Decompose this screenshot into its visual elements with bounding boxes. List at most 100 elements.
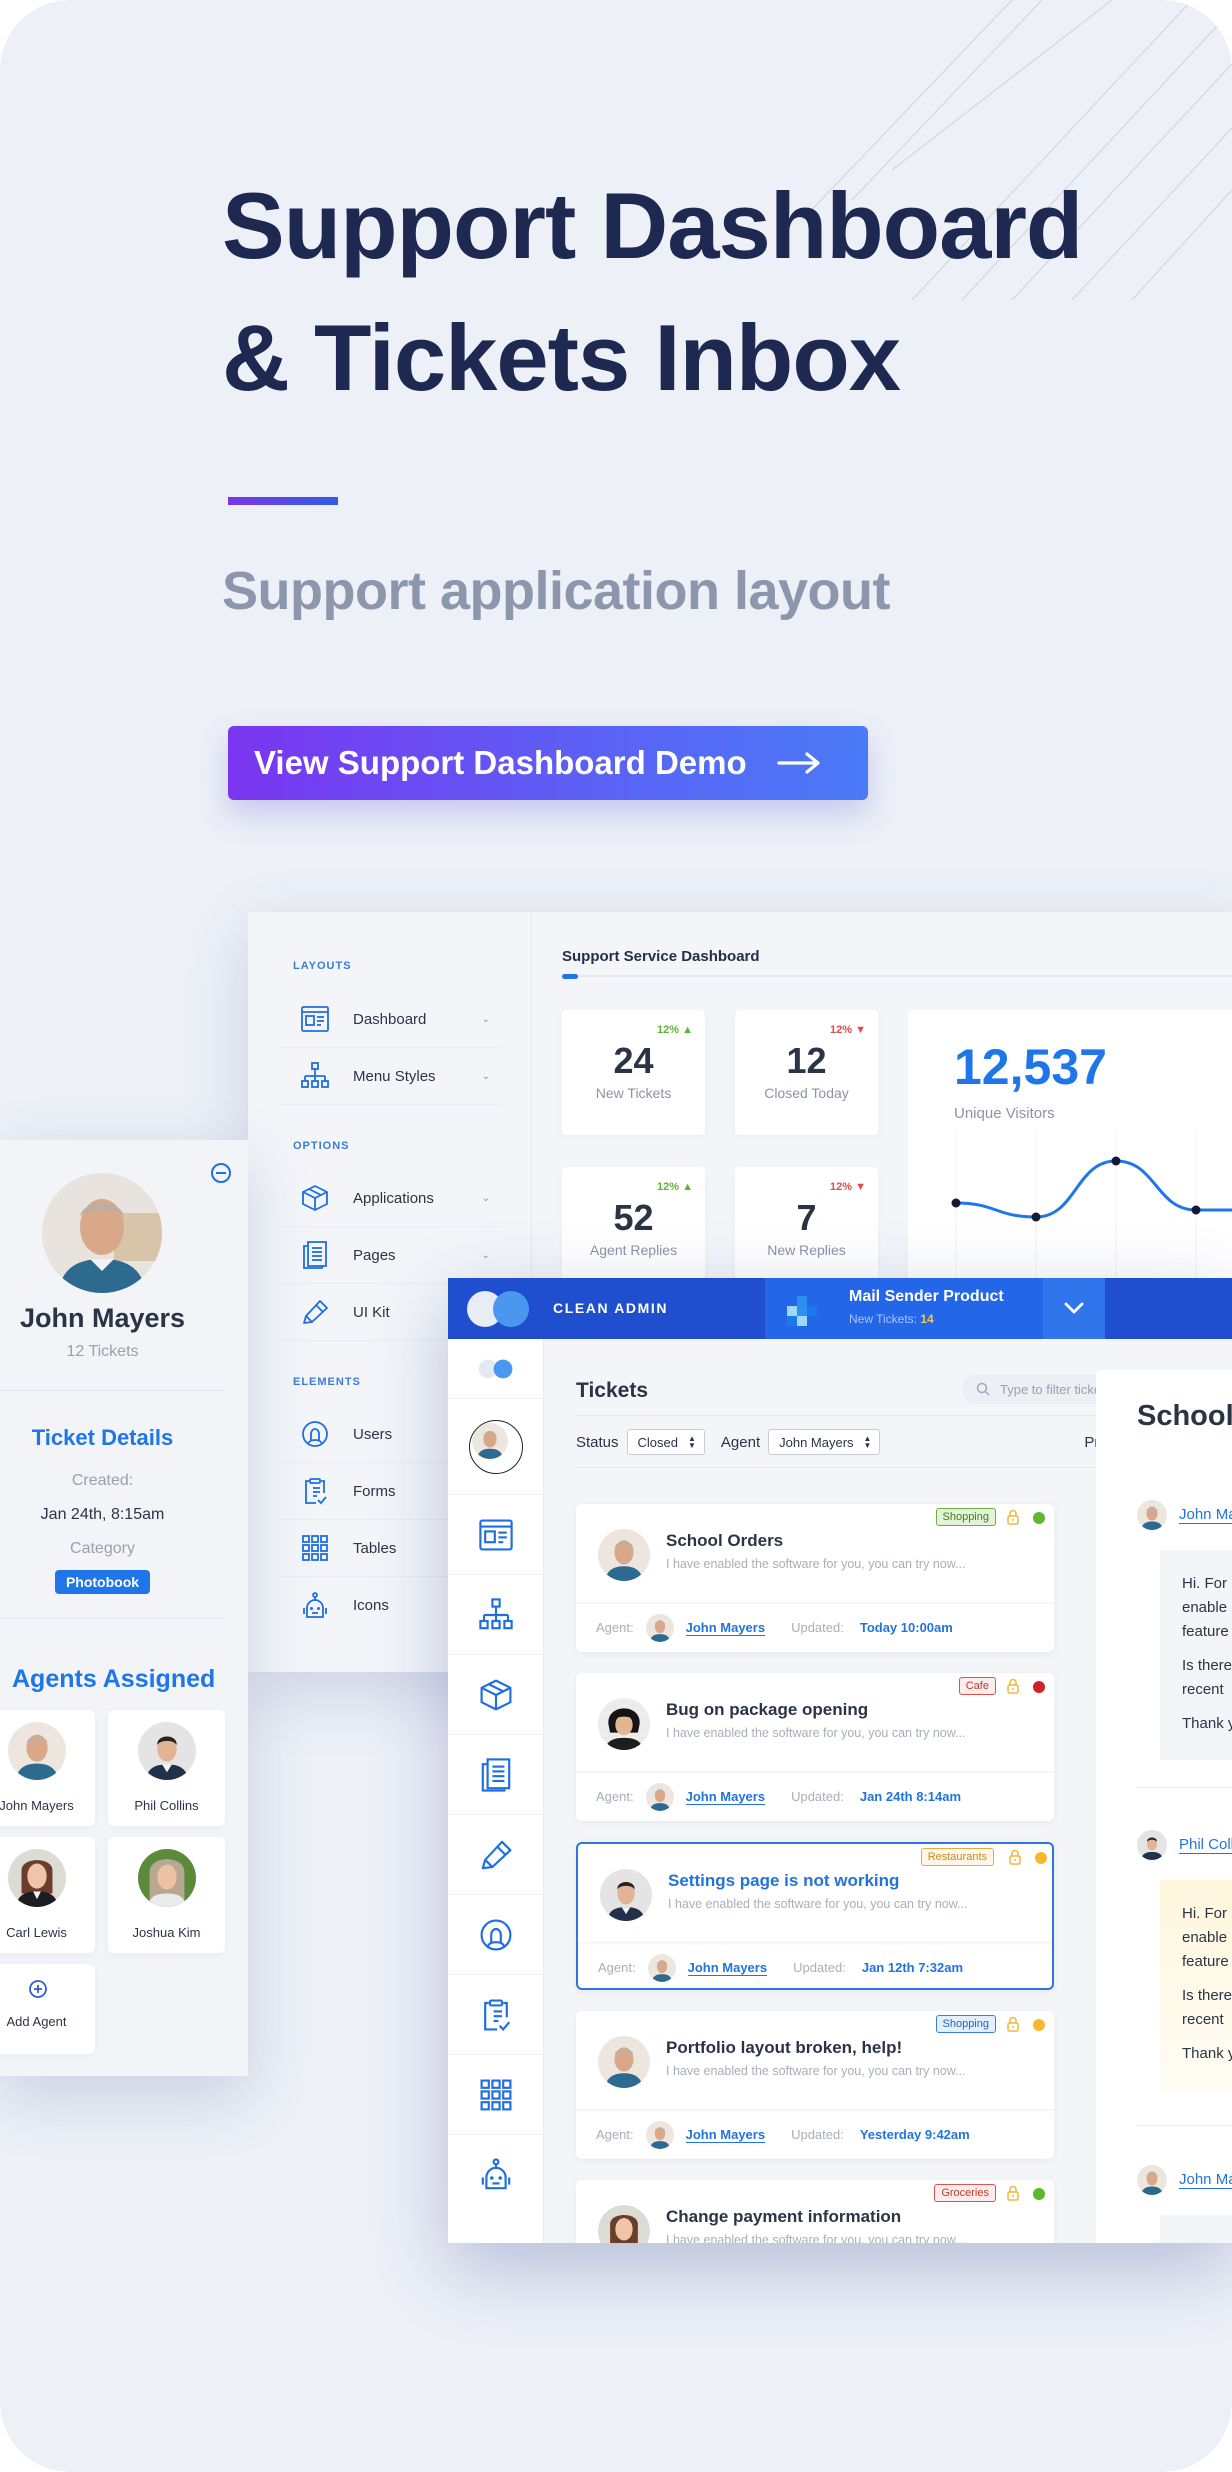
browser-window-icon <box>301 1006 329 1032</box>
rail-icons[interactable] <box>448 2135 544 2215</box>
hero-title-line-2: & Tickets Inbox <box>222 305 901 410</box>
add-agent-button[interactable]: Add Agent <box>0 1964 95 2054</box>
ticket-card[interactable]: Settings page is not working I have enabl… <box>576 1842 1054 1990</box>
ticket-tag: Shopping <box>935 2015 996 2033</box>
lock-icon <box>1007 1509 1019 1525</box>
rail-users[interactable] <box>448 1895 544 1975</box>
sitemap-icon <box>301 1062 329 1088</box>
agent-name: Joshua Kim <box>132 1925 201 1940</box>
rail-logo[interactable] <box>448 1339 544 1399</box>
status-select[interactable]: Closed ▲ ▼ <box>626 1429 705 1455</box>
agent-prefix: Agent: <box>596 2127 634 2142</box>
agent-avatar <box>645 1782 674 1811</box>
agent-card[interactable]: Joshua Kim <box>108 1837 225 1953</box>
ticket-excerpt: I have enabled the software for you, you… <box>666 1726 966 1740</box>
hero-title: Support Dashboard & Tickets Inbox <box>222 160 1222 424</box>
ticket-card[interactable]: Change payment information I have enabled… <box>576 2180 1054 2243</box>
status-dot <box>1033 2188 1045 2200</box>
divider <box>576 1467 1150 1468</box>
stat-value: 52 <box>613 1197 654 1238</box>
box-icon <box>302 1185 328 1211</box>
ticket-detail-panel: John Mayers 12 Tickets Ticket Details Cr… <box>0 1140 248 2076</box>
divider <box>1137 2125 1232 2126</box>
rail-tables[interactable] <box>448 2055 544 2135</box>
status-label: Status <box>576 1433 619 1451</box>
agent-link[interactable]: John Mayers <box>685 2127 766 2143</box>
ticket-title: Portfolio layout broken, help! <box>666 2038 903 2057</box>
status-dot <box>1033 2019 1045 2031</box>
stat-value: 24 <box>613 1040 654 1081</box>
ticket-card[interactable]: School Orders I have enabled the software… <box>576 1504 1054 1652</box>
author-name: John Mayers <box>1179 2171 1232 2189</box>
sidebar-item-pages[interactable]: Pages ⌄ <box>280 1227 502 1284</box>
agent-card[interactable]: John Mayers <box>0 1710 95 1826</box>
agents-assigned-heading: Agents Assigned <box>12 1665 216 1693</box>
tickets-inbox-panel: CLEAN ADMIN Mail Sender Product New Tick… <box>448 1278 1232 2243</box>
author-avatar <box>1137 2165 1167 2195</box>
rail-profile[interactable] <box>448 1399 544 1495</box>
collapse-icon[interactable] <box>210 1162 232 1184</box>
rail-menu-styles[interactable] <box>448 1575 544 1655</box>
ticket-excerpt: I have enabled the software for you, you… <box>666 2233 966 2243</box>
updated-value: Jan 24th 8:14am <box>859 1789 962 1804</box>
message-author[interactable]: John Mayers <box>1137 1500 1232 1530</box>
chevron-down-icon: ⌄ <box>481 1070 490 1082</box>
stat-card-new-tickets: 12% ▲ 24 New Tickets <box>562 1010 705 1135</box>
conversation-title: School Orders <box>1137 1400 1232 1432</box>
rail-dashboard[interactable] <box>448 1495 544 1575</box>
view-demo-button[interactable]: View Support Dashboard Demo <box>228 726 868 800</box>
rail-pages[interactable] <box>448 1735 544 1815</box>
message-author[interactable]: John Mayers <box>1137 2165 1232 2195</box>
status-dot <box>1033 1512 1045 1524</box>
agent-avatar <box>138 1722 196 1780</box>
icon-rail <box>448 1339 544 2243</box>
document-icon <box>303 1241 327 1269</box>
document-icon <box>481 1757 511 1792</box>
sidebar-item-applications[interactable]: Applications ⌄ <box>280 1170 502 1227</box>
category-label: Category <box>70 1540 135 1557</box>
chevron-down-icon: ⌄ <box>481 1249 490 1261</box>
sidebar-item-label: Applications <box>353 1189 434 1207</box>
divider <box>0 1618 225 1619</box>
agent-avatar <box>645 1613 674 1642</box>
trend-point <box>1191 1205 1201 1215</box>
product-selector[interactable]: Mail Sender Product New Tickets: 14 <box>765 1278 1043 1339</box>
author-avatar <box>1137 1830 1167 1860</box>
stat-card-new-replies: 12% ▼ 7 New Replies <box>735 1167 878 1292</box>
ticket-card[interactable]: Portfolio layout broken, help! I have ena… <box>576 2011 1054 2159</box>
agent-link[interactable]: John Mayers <box>687 1960 768 1976</box>
updated-value: Jan 12th 7:32am <box>861 1960 964 1975</box>
stat-label: Closed Today <box>764 1085 849 1101</box>
sitemap-icon <box>479 1597 513 1629</box>
rail-applications[interactable] <box>448 1655 544 1735</box>
ticket-card[interactable]: Bug on package opening I have enabled the… <box>576 1673 1054 1821</box>
sidebar-item-dashboard[interactable]: Dashboard ⌄ <box>280 991 502 1048</box>
trend-line <box>955 1159 1232 1219</box>
rail-ui-kit[interactable] <box>448 1815 544 1895</box>
message-author[interactable]: Phil Collins <box>1137 1830 1232 1860</box>
agent-card[interactable]: Carl Lewis <box>0 1837 95 1953</box>
box-icon <box>480 1679 512 1710</box>
logo-icon <box>478 1359 513 1378</box>
agent-link[interactable]: John Mayers <box>685 1620 766 1636</box>
lock-icon <box>1009 1849 1021 1865</box>
agent-select[interactable]: John Mayers ▲ ▼ <box>768 1429 881 1455</box>
status-dot <box>1035 1852 1047 1864</box>
trend-point <box>951 1198 961 1208</box>
updated-prefix: Updated: <box>791 1620 844 1635</box>
lock-icon <box>1007 2016 1019 2032</box>
product-new-tickets: New Tickets: 14 <box>849 1312 934 1326</box>
customer-ticket-count: 12 Tickets <box>66 1343 139 1360</box>
divider <box>1137 1787 1232 1788</box>
product-icon <box>787 1296 817 1326</box>
rail-forms[interactable] <box>448 1975 544 2055</box>
sidebar-section-layouts: LAYOUTS <box>293 960 352 972</box>
sidebar-item-menu-styles[interactable]: Menu Styles ⌄ <box>280 1048 502 1105</box>
ticket-footer: Agent: John Mayers Updated: Jan 12th 7:32am <box>578 1942 1052 1988</box>
agent-card[interactable]: Phil Collins <box>108 1710 225 1826</box>
top-bar: CLEAN ADMIN Mail Sender Product New Tick… <box>448 1278 1232 1339</box>
stat-card-agent-replies: 12% ▲ 52 Agent Replies <box>562 1167 705 1292</box>
agent-link[interactable]: John Mayers <box>685 1789 766 1805</box>
search-icon <box>976 1382 990 1396</box>
product-dropdown-toggle[interactable] <box>1043 1278 1105 1339</box>
